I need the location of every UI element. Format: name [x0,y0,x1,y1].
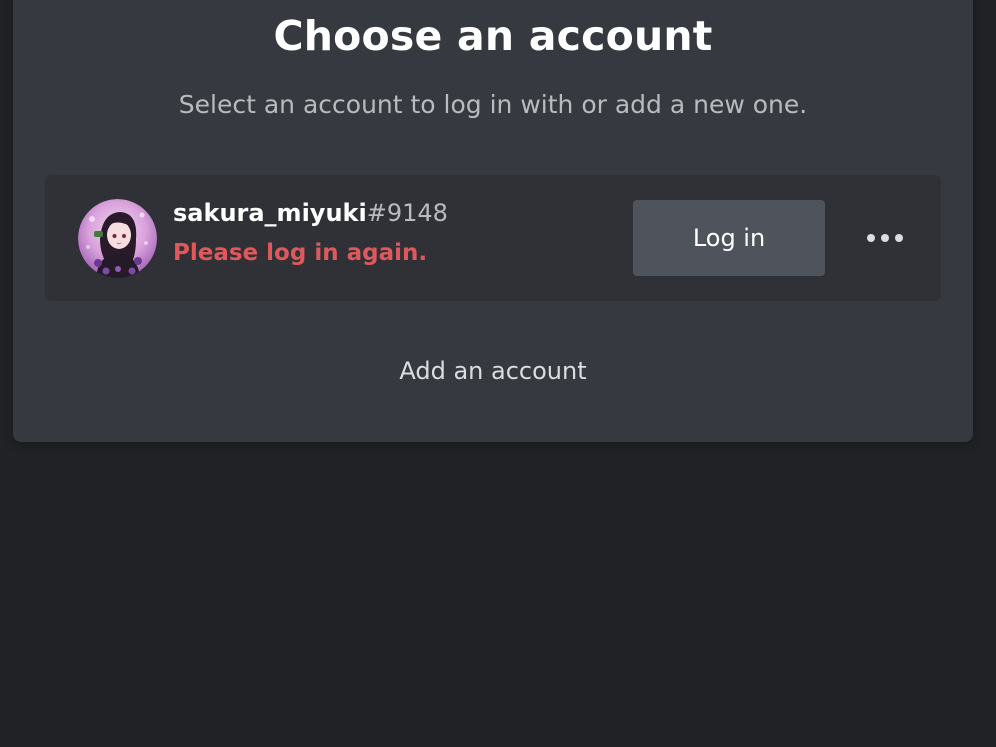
discriminator: #9148 [366,199,448,227]
avatar [78,199,157,278]
dot [867,234,875,242]
add-account-link[interactable]: Add an account [13,357,973,385]
log-in-button[interactable]: Log in [633,200,825,276]
relogin-warning: Please log in again. [173,240,428,266]
dot [881,234,889,242]
username: sakura_miyuki [173,199,367,227]
avatar-image [78,199,157,278]
account-chooser-panel: Choose an account Select an account to l… [13,0,973,442]
more-options-icon[interactable] [857,215,913,261]
dot [895,234,903,242]
account-card: sakura_miyuki#9148 Please log in again. … [45,175,941,301]
page-title: Choose an account [273,12,713,60]
account-name: sakura_miyuki#9148 [173,199,448,227]
page-subtitle: Select an account to log in with or add … [178,90,808,119]
